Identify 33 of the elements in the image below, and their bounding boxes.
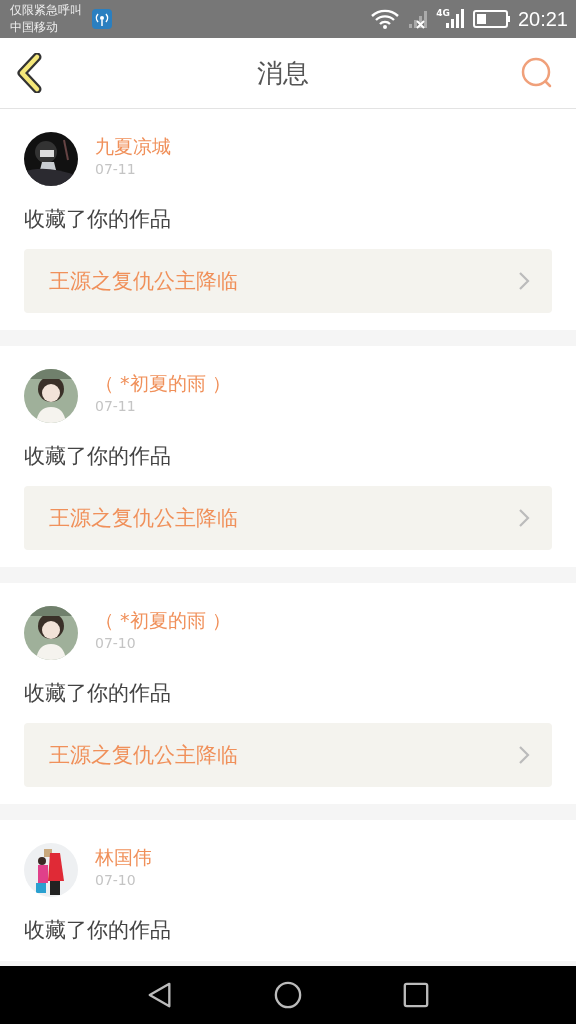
user-name[interactable]: （ *初夏的雨 ） bbox=[95, 370, 231, 396]
work-link[interactable]: 王源之复仇公主降临 bbox=[24, 249, 552, 313]
action-text: 收藏了你的作品 bbox=[24, 443, 172, 470]
message-date: 07-11 bbox=[95, 397, 137, 416]
chevron-right-icon bbox=[518, 745, 530, 765]
action-text: 收藏了你的作品 bbox=[24, 206, 172, 233]
home-circle-icon[interactable] bbox=[274, 981, 302, 1009]
carrier-notice: 仅限紧急呼叫 bbox=[10, 2, 82, 19]
user-name[interactable]: （ *初夏的雨 ） bbox=[95, 607, 231, 633]
user-name[interactable]: 九夏凉城 bbox=[95, 133, 171, 159]
recents-square-icon[interactable] bbox=[402, 981, 430, 1009]
back-triangle-icon[interactable] bbox=[146, 981, 174, 1009]
user-name[interactable]: 林国伟 bbox=[95, 844, 152, 870]
work-link[interactable]: 王源之复仇公主降临 bbox=[24, 723, 552, 787]
chevron-right-icon bbox=[518, 271, 530, 291]
action-text: 收藏了你的作品 bbox=[24, 917, 172, 944]
message-date: 07-10 bbox=[95, 871, 137, 890]
work-title: 王源之复仇公主降临 bbox=[49, 742, 238, 769]
battery-icon bbox=[472, 9, 511, 29]
work-title: 王源之复仇公主降临 bbox=[49, 268, 238, 295]
work-link[interactable]: 王源之复仇公主降临 bbox=[24, 486, 552, 550]
wifi-icon bbox=[370, 8, 401, 30]
no-signal-icon bbox=[407, 8, 430, 30]
chevron-right-icon bbox=[518, 508, 530, 528]
network-type: 4G bbox=[436, 8, 450, 18]
clock: 20:21 bbox=[517, 7, 568, 31]
message-date: 07-11 bbox=[95, 160, 137, 179]
carrier-name: 中国移动 bbox=[10, 19, 59, 36]
message-date: 07-10 bbox=[95, 634, 137, 653]
broadcast-icon bbox=[92, 9, 112, 29]
page-title: 消息 bbox=[256, 56, 309, 90]
action-text: 收藏了你的作品 bbox=[24, 680, 172, 707]
work-title: 王源之复仇公主降临 bbox=[49, 505, 238, 532]
